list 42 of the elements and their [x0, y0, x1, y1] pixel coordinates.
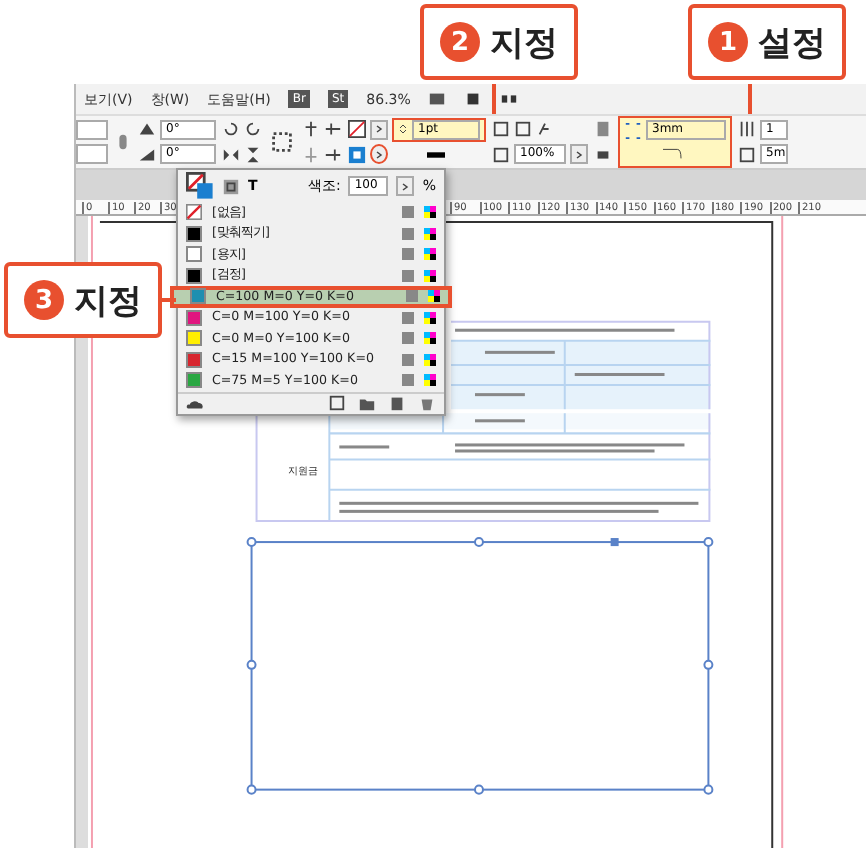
callout-text: 설정 — [758, 21, 826, 65]
effects-icon[interactable] — [536, 120, 554, 139]
arrow-button[interactable] — [370, 119, 388, 140]
stroke-swatch-icon[interactable] — [348, 120, 366, 139]
columns-icon[interactable] — [738, 120, 756, 139]
arrow-button[interactable] — [570, 144, 588, 165]
flip-icon[interactable] — [244, 145, 262, 164]
arrange-icon[interactable] — [500, 90, 519, 108]
frame-icon[interactable] — [428, 90, 447, 108]
input-field[interactable] — [76, 119, 108, 140]
rotate-angle-icon[interactable] — [138, 145, 156, 164]
fill-stroke-icon[interactable] — [186, 172, 214, 200]
arrow-button[interactable] — [396, 176, 415, 196]
scale-icon[interactable] — [492, 145, 510, 164]
chevron-icon — [574, 147, 584, 162]
flip-icon[interactable] — [222, 145, 240, 164]
input-field[interactable] — [76, 144, 108, 165]
arrow-button[interactable] — [370, 144, 388, 165]
corner-icon[interactable] — [624, 121, 642, 140]
fill-swatch-icon[interactable] — [348, 145, 366, 164]
chevron-icon — [400, 179, 411, 193]
leader-line — [748, 84, 752, 114]
no-color-icon[interactable] — [186, 204, 202, 221]
align-icon[interactable] — [324, 145, 342, 164]
callout-text: 지정 — [490, 21, 558, 65]
spin-icon[interactable] — [398, 120, 408, 139]
reference-point-icon[interactable] — [268, 128, 296, 156]
fit-frame-icon[interactable] — [492, 120, 510, 139]
shear-icon[interactable] — [138, 120, 156, 139]
new-group-icon[interactable] — [328, 394, 346, 412]
gutter-icon[interactable] — [738, 145, 756, 164]
fit-content-icon[interactable] — [514, 120, 532, 139]
step-number: 2 — [440, 22, 480, 62]
align-icon[interactable] — [324, 120, 342, 139]
align-icon[interactable] — [302, 120, 320, 139]
callout-text: 지정 — [74, 279, 142, 323]
screen-mode-icon[interactable] — [464, 90, 483, 108]
step-number: 3 — [24, 280, 64, 320]
container-icon[interactable] — [222, 177, 240, 195]
new-swatch-icon[interactable] — [388, 394, 406, 412]
step-number: 1 — [708, 22, 748, 62]
leader-line — [492, 84, 496, 114]
